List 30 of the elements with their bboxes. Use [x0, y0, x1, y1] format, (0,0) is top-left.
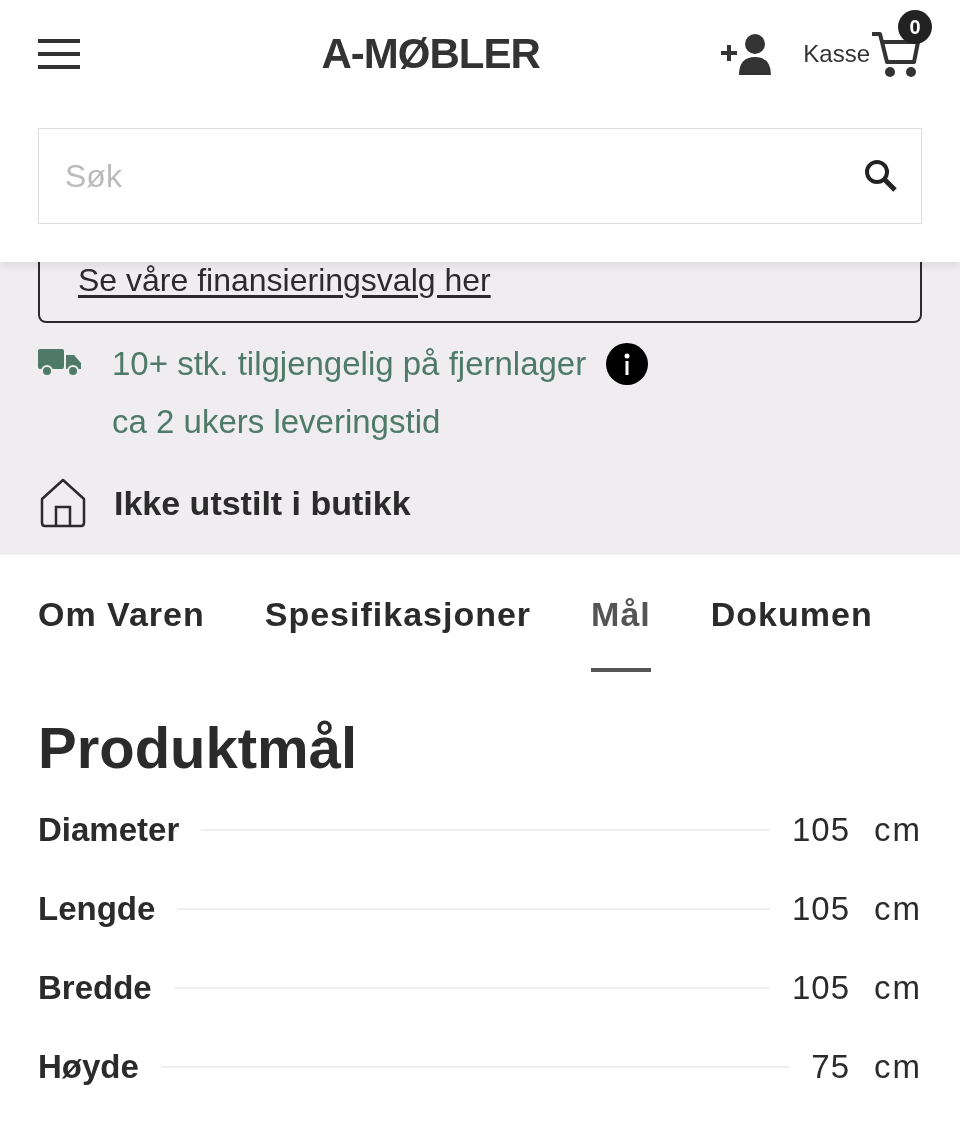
menu-icon[interactable]	[38, 39, 80, 69]
search-icon[interactable]	[864, 159, 898, 193]
delivery-time-text: ca 2 ukers leveringstid	[112, 402, 442, 442]
house-icon	[38, 477, 88, 529]
search-field[interactable]: Søk	[38, 128, 922, 224]
dimension-value: 105	[791, 810, 850, 849]
dimension-name: Bredde	[38, 968, 152, 1007]
dimension-name: Diameter	[38, 810, 180, 849]
stock-text: 10+ stk. tilgjengelig på fjernlager	[112, 344, 587, 384]
tab[interactable]: Om Varen	[38, 595, 205, 672]
dimension-unit: cm	[874, 1047, 922, 1086]
section-title: Produktmål	[38, 714, 359, 781]
store-display-text: Ikke utstilt i butikk	[114, 483, 411, 523]
dimension-value: 105	[791, 968, 850, 1007]
dimension-unit: cm	[874, 810, 922, 849]
cart-count-badge: 0	[898, 10, 932, 44]
dimension-value: 105	[791, 889, 850, 928]
truck-icon	[38, 347, 82, 377]
checkout-label[interactable]: Kasse	[803, 40, 870, 68]
tab[interactable]: Dokumen	[710, 595, 873, 672]
tab[interactable]: Mål	[591, 595, 651, 672]
dimension-name: Høyde	[38, 1047, 139, 1086]
dimension-name: Lengde	[38, 889, 156, 928]
tab[interactable]: Spesifikasjoner	[264, 595, 532, 672]
financing-link[interactable]: Se våre finansieringsvalg her	[78, 262, 491, 298]
dimension-value: 75	[811, 1047, 850, 1086]
dimension-unit: cm	[874, 889, 922, 928]
dimension-unit: cm	[874, 968, 922, 1007]
logo[interactable]: A-MØBLER	[80, 30, 722, 78]
info-icon[interactable]	[606, 343, 649, 385]
